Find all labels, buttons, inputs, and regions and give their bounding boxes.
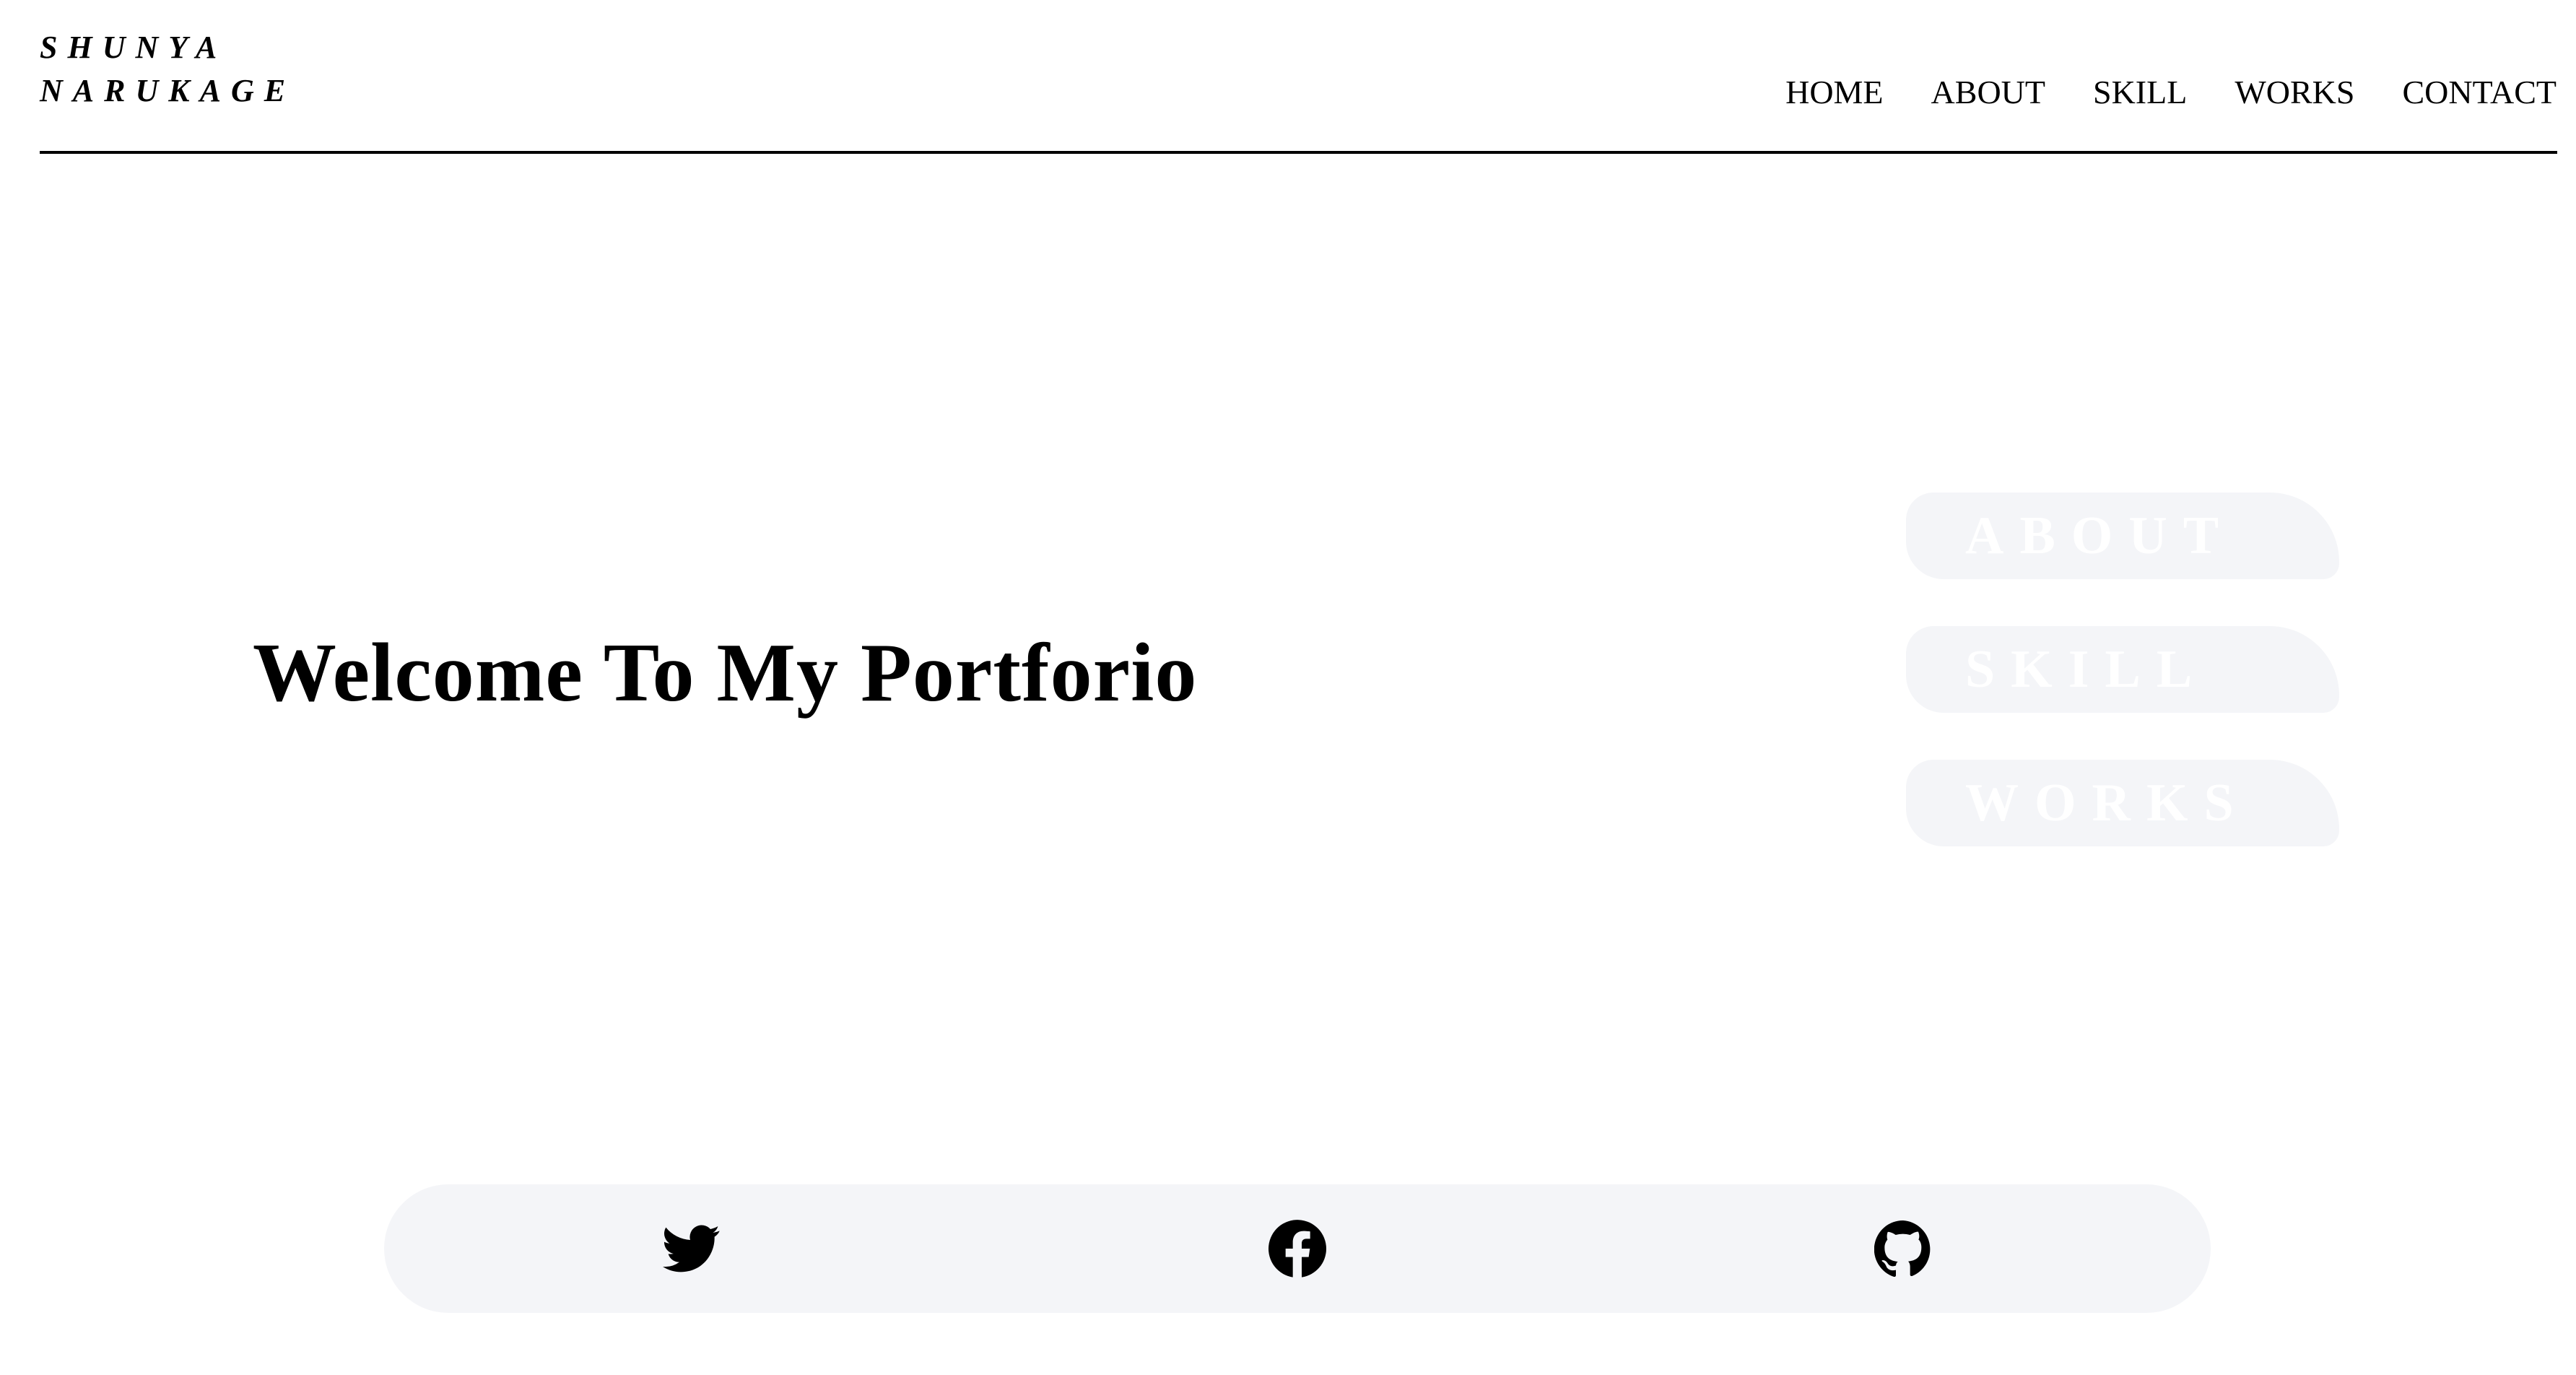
- nav-skill-link[interactable]: SKILL: [2093, 71, 2187, 114]
- site-logo[interactable]: SHUNYA NARUKAGE: [40, 26, 295, 113]
- side-link-works[interactable]: WORKS: [1906, 760, 2339, 846]
- logo-last-name: NARUKAGE: [40, 73, 296, 108]
- side-link-skill[interactable]: SKILL: [1906, 626, 2339, 713]
- side-link-list: ABOUT SKILL WORKS: [1906, 493, 2339, 893]
- nav-works-link[interactable]: WORKS: [2235, 71, 2354, 114]
- logo-first-name: SHUNYA: [40, 30, 227, 65]
- github-icon[interactable]: [1874, 1220, 1932, 1278]
- twitter-icon[interactable]: [663, 1220, 721, 1278]
- side-link-about[interactable]: ABOUT: [1906, 493, 2339, 579]
- facebook-icon[interactable]: [1269, 1220, 1326, 1278]
- social-links-bar: [384, 1184, 2211, 1313]
- nav-home-link[interactable]: HOME: [1785, 71, 1883, 114]
- main-nav: HOME ABOUT SKILL WORKS CONTACT: [1785, 71, 2557, 114]
- hero-title: Welcome To My Portforio: [253, 627, 1198, 719]
- portfolio-page: SHUNYA NARUKAGE HOME ABOUT SKILL WORKS C…: [0, 0, 2576, 1375]
- header-divider: [40, 151, 2557, 154]
- nav-contact-link[interactable]: CONTACT: [2402, 71, 2557, 114]
- nav-about-link[interactable]: ABOUT: [1931, 71, 2045, 114]
